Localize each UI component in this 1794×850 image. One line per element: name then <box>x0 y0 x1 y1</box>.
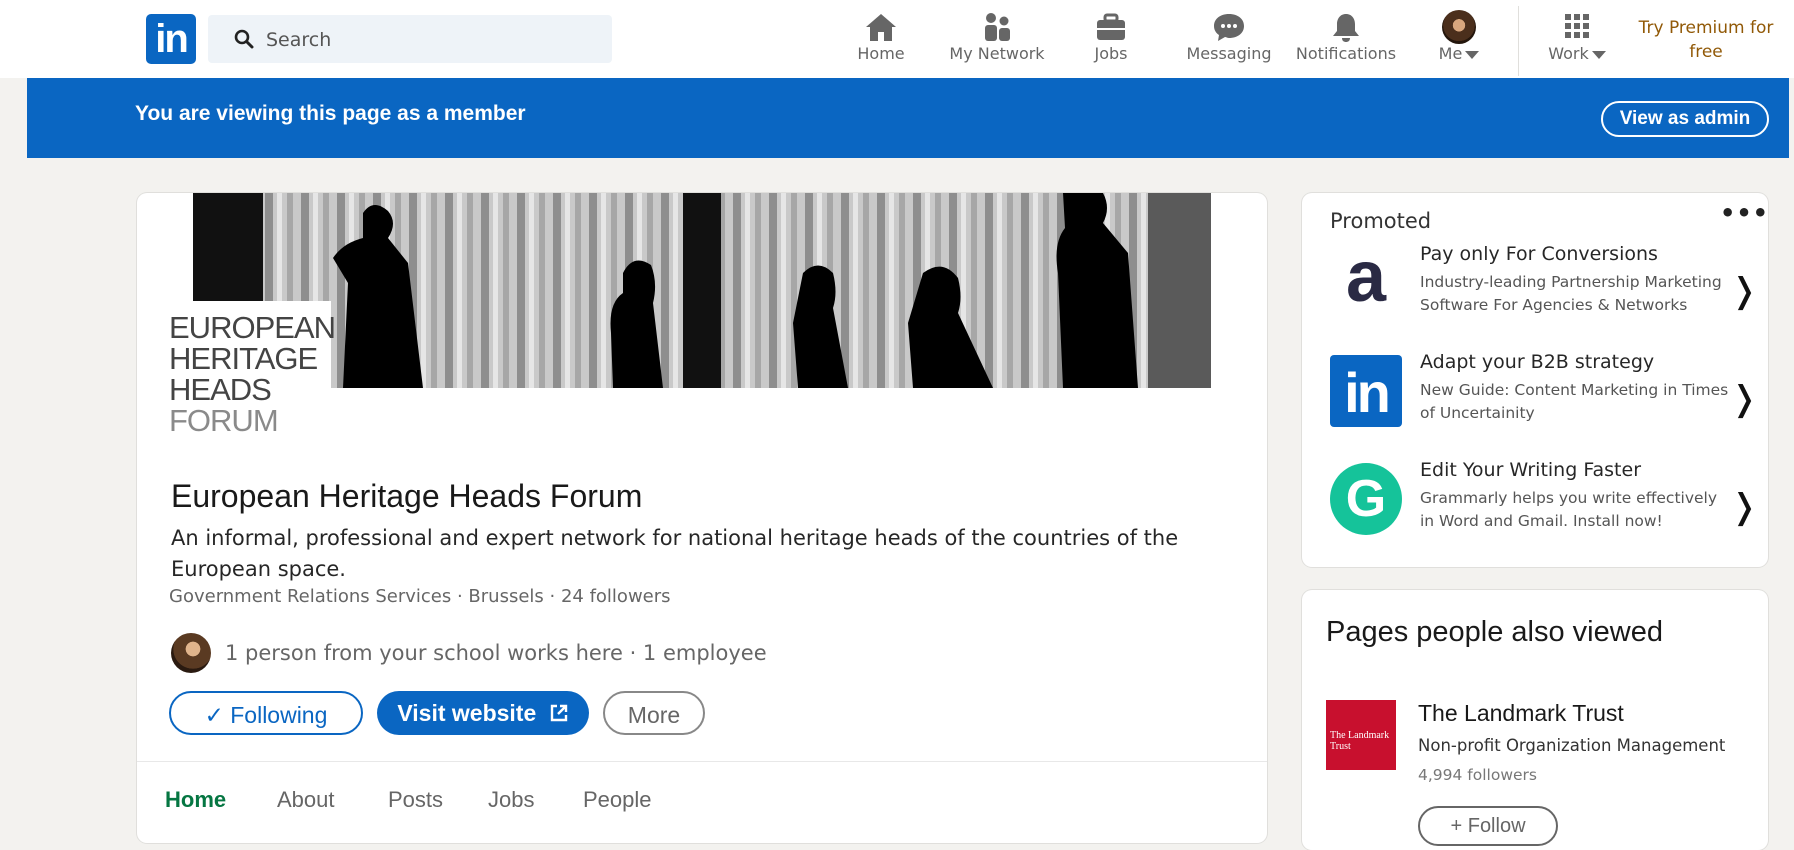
nav-me-label: Me <box>1438 44 1463 63</box>
network-icon <box>985 13 1010 41</box>
nav-divider <box>1518 6 1519 76</box>
organization-tagline: An informal, professional and expert net… <box>171 526 1179 581</box>
landmark-logo-text: The Landmark Trust <box>1330 730 1390 752</box>
page-name-link[interactable]: The Landmark Trust <box>1418 700 1624 727</box>
nav-jobs-label: Jobs <box>1094 44 1128 63</box>
ad-title: Adapt your B2B strategy <box>1420 351 1655 373</box>
nav-home-label: Home <box>857 44 905 63</box>
logo-line-4: FORUM <box>169 403 279 438</box>
ad-description: Grammarly helps you write effectively in… <box>1420 489 1718 530</box>
landmark-trust-logo[interactable]: The Landmark Trust <box>1326 700 1396 770</box>
logo-line-1: EUROPEAN <box>169 310 336 345</box>
following-button[interactable]: ✓ Following <box>169 691 363 735</box>
external-link-icon <box>550 704 567 722</box>
nav-jobs[interactable]: Jobs <box>1080 8 1142 70</box>
page-title: European Heritage Heads Forum <box>171 478 643 514</box>
tab-jobs[interactable]: Jobs <box>488 787 534 813</box>
search-box[interactable] <box>208 15 612 63</box>
grid-icon <box>1565 14 1589 38</box>
tab-posts[interactable]: Posts <box>388 787 443 813</box>
follow-button[interactable]: + Follow <box>1418 806 1558 846</box>
visit-website-button[interactable]: Visit website <box>377 691 589 735</box>
nav-work-label: Work <box>1548 44 1589 63</box>
promoted-card: Promoted ••• a Pay only For Conversions … <box>1302 193 1768 567</box>
messaging-icon <box>1214 14 1244 41</box>
nav-work[interactable]: Work <box>1540 8 1614 70</box>
nav-notifications[interactable]: Notifications <box>1294 8 1398 70</box>
tab-home[interactable]: Home <box>165 787 226 813</box>
ad-title: Pay only For Conversions <box>1420 243 1658 265</box>
nav-my-network[interactable]: My Network <box>944 8 1050 70</box>
company-top-card: EUROPEAN HERITAGE HEADS FORUM European H… <box>137 193 1267 843</box>
pages-also-viewed-title: Pages people also viewed <box>1326 616 1663 648</box>
nav-messaging-label: Messaging <box>1186 44 1272 63</box>
search-icon <box>234 29 254 49</box>
ad-title: Edit Your Writing Faster <box>1420 459 1642 481</box>
chevron-down-icon <box>1591 50 1606 59</box>
nav-me[interactable]: Me <box>1428 8 1490 70</box>
organization-meta: Government Relations Services · Brussels… <box>169 586 671 607</box>
visit-website-label: Visit website <box>397 700 537 726</box>
page-followers: 4,994 followers <box>1418 766 1537 784</box>
chevron-right-icon: ❭ <box>1730 379 1759 419</box>
organization-logo: EUROPEAN HERITAGE HEADS FORUM <box>163 301 336 453</box>
logo-line-3: HEADS <box>169 372 272 407</box>
promoted-title: Promoted <box>1330 209 1432 233</box>
try-premium-link[interactable]: Try Premium for free <box>1636 16 1776 64</box>
search-input[interactable] <box>264 23 598 57</box>
ad-logo: a <box>1330 241 1402 319</box>
nav-home[interactable]: Home <box>848 8 914 70</box>
view-as-admin-button[interactable]: View as admin <box>1601 101 1769 137</box>
chevron-right-icon: ❭ <box>1730 487 1759 527</box>
cover-image <box>193 193 1211 388</box>
pages-also-viewed-card: Pages people also viewed The Landmark Tr… <box>1302 590 1768 850</box>
tabs-divider <box>137 761 1267 762</box>
avatar <box>171 633 211 673</box>
page-industry: Non-profit Organization Management <box>1418 736 1726 755</box>
tab-people[interactable]: People <box>583 787 652 813</box>
employee-insight-text: 1 person from your school works here · 1… <box>225 641 767 665</box>
bell-icon <box>1333 14 1359 42</box>
ad-description: Industry-leading Partnership Marketing S… <box>1420 273 1722 314</box>
nav-notifications-label: Notifications <box>1295 44 1397 63</box>
nav-my-network-label: My Network <box>949 44 1045 63</box>
ad-item[interactable]: G Edit Your Writing Faster Grammarly hel… <box>1330 459 1760 559</box>
ad-item[interactable]: in Adapt your B2B strategy New Guide: Co… <box>1330 351 1760 451</box>
more-options-icon[interactable]: ••• <box>1720 199 1769 227</box>
ad-logo: G <box>1330 463 1402 535</box>
cover-silhouettes <box>193 193 1211 388</box>
chevron-right-icon: ❭ <box>1730 271 1759 311</box>
avatar <box>1442 10 1476 44</box>
home-icon <box>866 14 896 41</box>
nav-messaging[interactable]: Messaging <box>1182 8 1276 70</box>
more-button[interactable]: More <box>603 691 705 735</box>
tab-about[interactable]: About <box>277 787 335 813</box>
chevron-down-icon <box>1465 50 1480 59</box>
briefcase-icon <box>1097 13 1125 40</box>
logo-line-2: HERITAGE <box>169 341 318 376</box>
linkedin-logo[interactable]: in <box>146 14 196 64</box>
member-view-banner: You are viewing this page as a member Vi… <box>27 78 1789 158</box>
ad-item[interactable]: a Pay only For Conversions Industry-lead… <box>1330 241 1760 343</box>
ad-logo: in <box>1330 355 1402 427</box>
banner-message: You are viewing this page as a member <box>135 102 526 125</box>
ad-description: New Guide: Content Marketing in Times of… <box>1420 381 1729 422</box>
top-nav: in Home My Network Jobs Messagi <box>0 0 1794 78</box>
